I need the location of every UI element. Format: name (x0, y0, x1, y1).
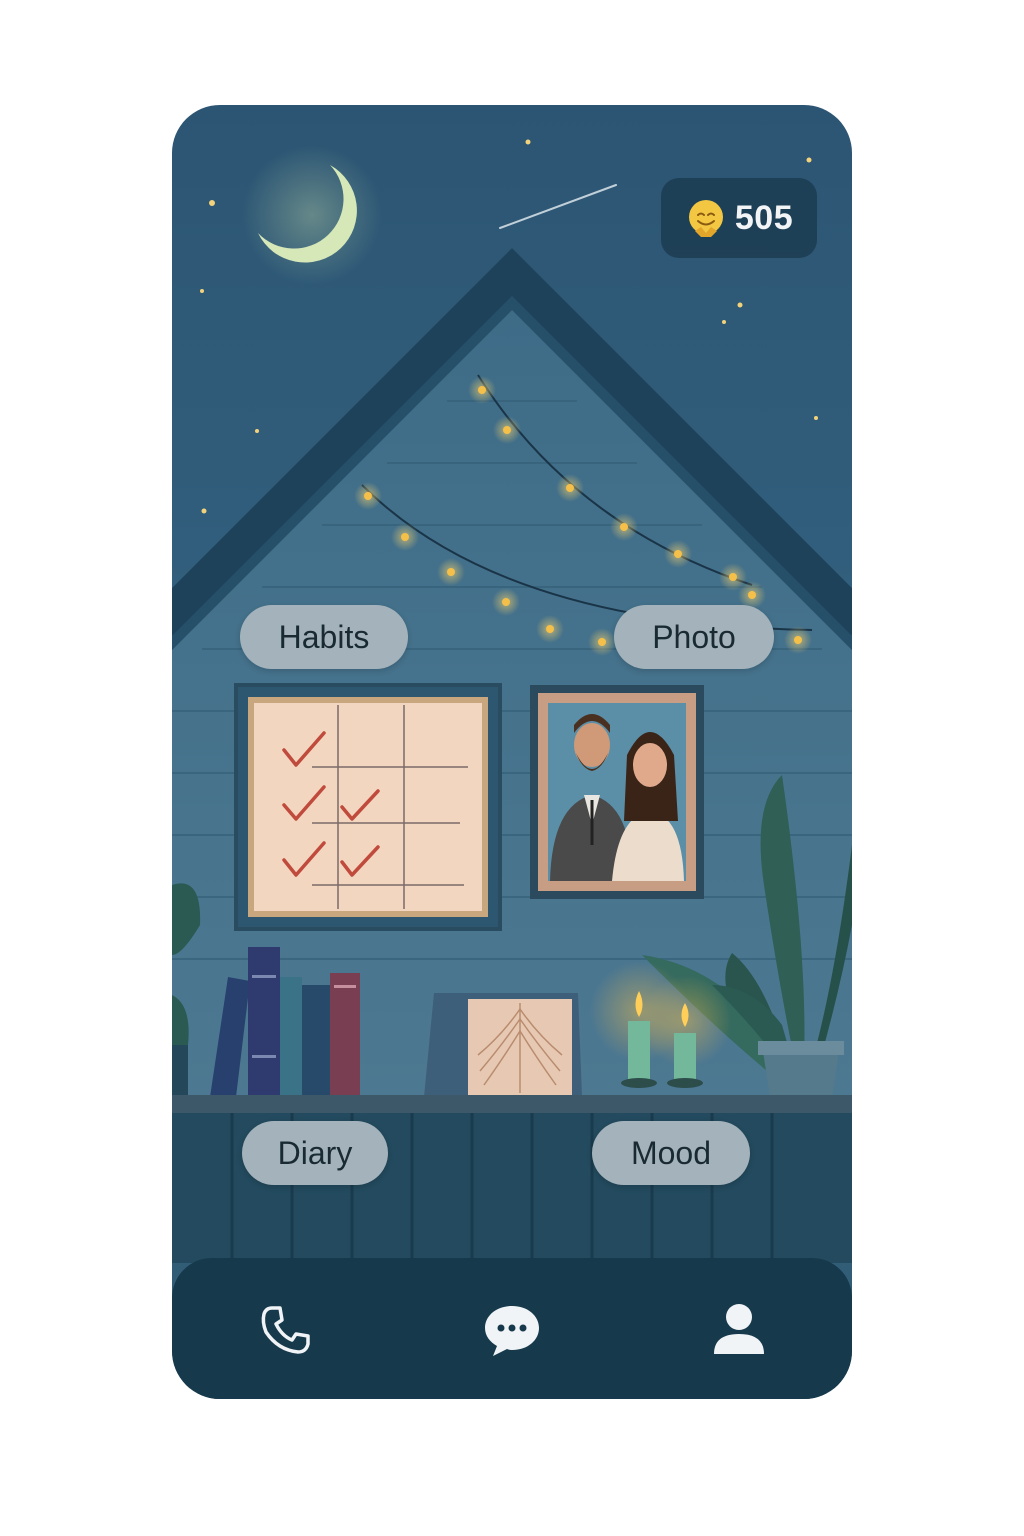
nav-chat-button[interactable] (467, 1284, 557, 1374)
smiley-coin-icon (688, 200, 723, 237)
moon (242, 145, 382, 285)
nav-call-button[interactable] (240, 1284, 330, 1374)
shooting-star (499, 184, 617, 229)
shelf (172, 1095, 852, 1113)
mood-label-button[interactable]: Mood (592, 1121, 750, 1185)
habits-label-button[interactable]: Habits (240, 605, 408, 669)
coin-count: 505 (734, 198, 794, 237)
nav-profile-button[interactable] (694, 1284, 784, 1374)
photo-label-button[interactable]: Photo (614, 605, 774, 669)
app-screen: 505 Habits Photo Diary Mood (172, 105, 852, 1399)
couple-photo-frame[interactable] (530, 685, 704, 899)
diary-label-button[interactable]: Diary (242, 1121, 388, 1185)
night-house-scene (172, 139, 852, 1263)
phone-icon (261, 1305, 311, 1354)
bottom-nav (172, 1258, 852, 1399)
coin-balance-badge[interactable]: 505 (661, 178, 817, 258)
diary-book[interactable] (424, 993, 582, 1097)
profile-icon (713, 1303, 764, 1354)
habits-board[interactable] (234, 683, 502, 931)
chat-bubble-icon (484, 1305, 539, 1356)
